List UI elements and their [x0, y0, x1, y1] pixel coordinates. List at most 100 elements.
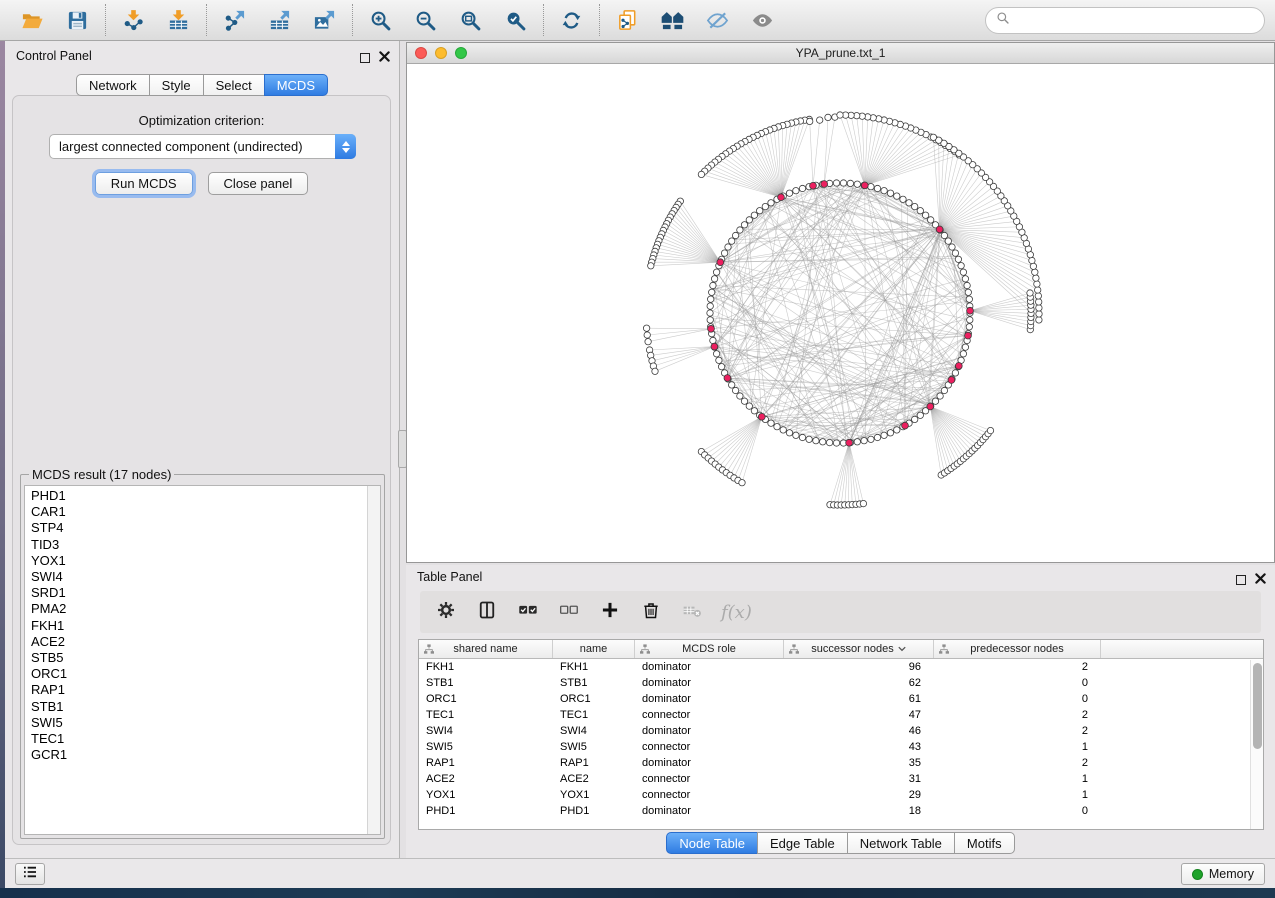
mcds-hub-node[interactable]: [965, 332, 972, 339]
mcds-result-node[interactable]: CAR1: [31, 504, 380, 520]
graph-node[interactable]: [751, 212, 757, 218]
mcds-hub-node[interactable]: [724, 375, 731, 382]
mcds-result-node[interactable]: PMA2: [31, 601, 380, 617]
hide-selected-button[interactable]: [695, 2, 740, 38]
search-field[interactable]: [985, 7, 1265, 34]
graph-node[interactable]: [945, 238, 951, 244]
mcds-hub-node[interactable]: [902, 422, 909, 429]
mcds-hub-node[interactable]: [821, 181, 828, 188]
mcds-result-node[interactable]: STB1: [31, 699, 380, 715]
graph-node[interactable]: [817, 117, 823, 123]
table-row[interactable]: TEC1TEC1connector472: [419, 707, 1263, 723]
tab-network[interactable]: Network: [76, 74, 150, 96]
graph-node[interactable]: [912, 416, 918, 422]
first-neighbors-button[interactable]: [650, 2, 695, 38]
add-column-button[interactable]: [598, 598, 622, 626]
graph-node[interactable]: [861, 438, 867, 444]
mcds-hub-node[interactable]: [846, 439, 853, 446]
close-table-panel-icon[interactable]: [1255, 571, 1266, 589]
graph-node[interactable]: [960, 269, 966, 275]
table-row[interactable]: ORC1ORC1dominator610: [419, 691, 1263, 707]
open-file-button[interactable]: [10, 2, 55, 38]
graph-node[interactable]: [887, 430, 893, 436]
graph-node[interactable]: [833, 180, 839, 186]
graph-node[interactable]: [739, 480, 745, 486]
graph-node[interactable]: [917, 412, 923, 418]
graph-node[interactable]: [952, 250, 958, 256]
graph-node[interactable]: [644, 332, 650, 338]
zoom-selected-button[interactable]: [493, 2, 538, 38]
graph-node[interactable]: [825, 114, 831, 120]
graph-node[interactable]: [741, 222, 747, 228]
graph-node[interactable]: [725, 244, 731, 250]
mcds-hub-node[interactable]: [948, 377, 955, 384]
graph-node[interactable]: [813, 438, 819, 444]
mcds-result-node[interactable]: STB5: [31, 650, 380, 666]
save-session-button[interactable]: [55, 2, 100, 38]
graph-node[interactable]: [1035, 287, 1041, 293]
graph-node[interactable]: [1033, 275, 1039, 281]
tab-network-table[interactable]: Network Table: [847, 832, 955, 854]
graph-node[interactable]: [967, 317, 973, 323]
mcds-hub-node[interactable]: [967, 307, 974, 314]
graph-node[interactable]: [932, 398, 938, 404]
graph-node[interactable]: [729, 238, 735, 244]
graph-node[interactable]: [1036, 305, 1042, 311]
graph-node[interactable]: [751, 408, 757, 414]
graph-node[interactable]: [949, 244, 955, 250]
graph-node[interactable]: [713, 269, 719, 275]
mcds-hub-node[interactable]: [758, 413, 765, 420]
mcds-result-node[interactable]: FKH1: [31, 618, 380, 634]
graph-node[interactable]: [707, 303, 713, 309]
graph-node[interactable]: [716, 357, 722, 363]
mcds-result-list[interactable]: PHD1CAR1STP4TID3YOX1SWI4SRD1PMA2FKH1ACE2…: [24, 485, 381, 835]
mcds-result-node[interactable]: SWI4: [31, 569, 380, 585]
mcds-result-node[interactable]: SWI5: [31, 715, 380, 731]
column-header-name[interactable]: name: [553, 640, 635, 658]
graph-node[interactable]: [912, 203, 918, 209]
refresh-view-button[interactable]: [549, 2, 594, 38]
table-row[interactable]: SWI4SWI4dominator462: [419, 723, 1263, 739]
graph-node[interactable]: [645, 339, 651, 345]
graph-node[interactable]: [987, 427, 993, 433]
graph-node[interactable]: [952, 370, 958, 376]
graph-node[interactable]: [854, 181, 860, 187]
network-graph[interactable]: [407, 64, 1274, 562]
graph-node[interactable]: [881, 188, 887, 194]
export-image-button[interactable]: [302, 2, 347, 38]
graph-node[interactable]: [707, 310, 713, 316]
float-panel-icon[interactable]: [360, 53, 370, 63]
graph-node[interactable]: [737, 393, 743, 399]
graph-node[interactable]: [837, 112, 843, 118]
zoom-fit-button[interactable]: [448, 2, 493, 38]
graph-node[interactable]: [710, 282, 716, 288]
delete-column-button[interactable]: [639, 598, 663, 626]
criterion-dropdown[interactable]: largest connected component (undirected): [49, 134, 356, 159]
task-history-button[interactable]: [15, 863, 45, 885]
graph-node[interactable]: [1035, 293, 1041, 299]
graph-node[interactable]: [1030, 263, 1036, 269]
export-network-button[interactable]: [212, 2, 257, 38]
graph-node[interactable]: [1027, 290, 1033, 296]
graph-node[interactable]: [833, 440, 839, 446]
graph-node[interactable]: [1036, 299, 1042, 305]
graph-node[interactable]: [966, 296, 972, 302]
mcds-result-node[interactable]: TEC1: [31, 731, 380, 747]
graph-node[interactable]: [746, 403, 752, 409]
mcds-hub-node[interactable]: [778, 194, 785, 201]
zoom-in-button[interactable]: [358, 2, 403, 38]
graph-node[interactable]: [962, 344, 968, 350]
graph-node[interactable]: [762, 203, 768, 209]
graph-node[interactable]: [874, 185, 880, 191]
graph-node[interactable]: [709, 289, 715, 295]
graph-node[interactable]: [906, 200, 912, 206]
graph-node[interactable]: [840, 180, 846, 186]
graph-node[interactable]: [786, 190, 792, 196]
table-scrollbar[interactable]: [1250, 660, 1263, 829]
graph-node[interactable]: [1036, 311, 1042, 317]
graph-node[interactable]: [652, 368, 658, 374]
graph-node[interactable]: [922, 212, 928, 218]
mcds-result-node[interactable]: STP4: [31, 520, 380, 536]
graph-node[interactable]: [721, 250, 727, 256]
graph-node[interactable]: [1036, 317, 1042, 323]
